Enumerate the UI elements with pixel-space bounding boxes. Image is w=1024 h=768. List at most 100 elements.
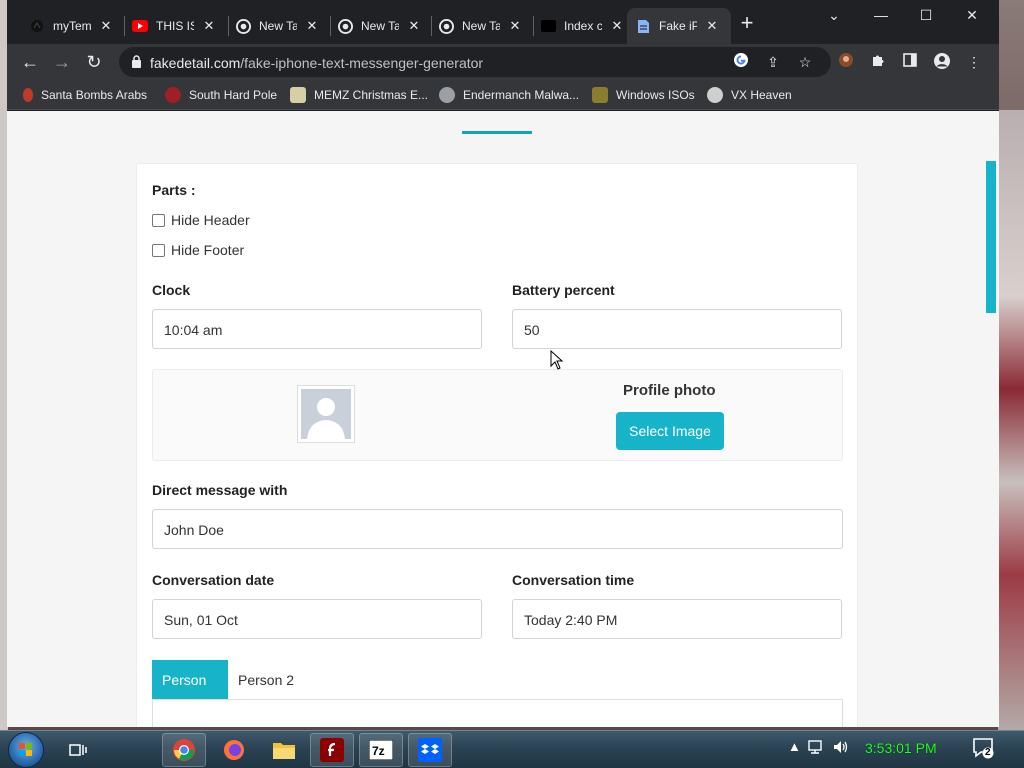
bookmark-label: Endermanch Malwa...: [463, 88, 580, 102]
taskbar-file-explorer-icon[interactable]: [262, 733, 306, 767]
close-window-icon[interactable]: ✕: [949, 4, 995, 28]
conversation-date-label: Conversation date: [152, 572, 275, 588]
tab-label: Fake iP: [659, 19, 697, 33]
close-icon[interactable]: ✕: [705, 19, 719, 33]
taskbar-clock[interactable]: 3:53:01 PM: [865, 740, 937, 756]
hide-header-label: Hide Header: [171, 212, 250, 228]
tray-expand-chevron-icon[interactable]: ▲: [788, 739, 801, 754]
tab-6[interactable]: Index c ✕: [532, 8, 634, 44]
bookmark-label: MEMZ Christmas E...: [314, 88, 429, 102]
bookmark-favicon-icon: [707, 87, 723, 103]
reload-icon[interactable]: ↻: [82, 50, 106, 74]
tab-search-chevron-icon[interactable]: ⌄: [811, 4, 857, 28]
direct-message-input[interactable]: John Doe: [152, 509, 843, 549]
bookmark-item[interactable]: Endermanch Malwa...: [439, 84, 579, 106]
tab-7-active[interactable]: Fake iP ✕: [627, 8, 731, 44]
tray-network-icon[interactable]: [808, 739, 826, 758]
taskbar-7zip-icon[interactable]: 7z: [359, 733, 403, 767]
tab-3[interactable]: New Ta ✕: [227, 8, 329, 44]
close-icon[interactable]: ✕: [305, 19, 319, 33]
conversation-time-input[interactable]: Today 2:40 PM: [512, 599, 842, 639]
tab-person-1[interactable]: Person 1: [152, 660, 228, 727]
bookmark-item[interactable]: Windows ISOs: [592, 84, 695, 106]
bookmark-favicon-icon: [23, 88, 33, 102]
taskbar-dropbox-icon[interactable]: [408, 733, 452, 767]
back-arrow-icon[interactable]: ←: [18, 50, 42, 74]
tray-volume-icon[interactable]: [832, 739, 850, 758]
svg-text:7z: 7z: [372, 744, 385, 758]
kebab-menu-icon[interactable]: ⋮: [964, 52, 984, 72]
bookmark-label: Santa Bombs Arabs: [41, 88, 148, 102]
google-icon[interactable]: [731, 52, 751, 72]
tab-label: New Ta: [361, 19, 399, 33]
tab-label: THIS IS: [156, 19, 194, 33]
direct-message-label: Direct message with: [152, 482, 288, 498]
tab-strip: myTem ✕ THIS IS ✕ New Ta ✕ New Ta ✕ New …: [7, 0, 999, 44]
profile-avatar-icon[interactable]: [932, 52, 952, 72]
bookmark-favicon-icon: [290, 87, 306, 103]
bookmark-item[interactable]: MEMZ Christmas E...: [290, 84, 428, 106]
bookmark-favicon-icon: [165, 87, 181, 103]
task-view-icon[interactable]: [56, 733, 100, 767]
close-icon[interactable]: ✕: [508, 19, 522, 33]
address-bar[interactable]: fakedetail.com/fake-iphone-text-messenge…: [119, 47, 831, 77]
close-icon[interactable]: ✕: [407, 19, 421, 33]
page-scrollbar[interactable]: [986, 161, 996, 313]
url-host: fakedetail.com: [150, 55, 241, 71]
default-avatar-icon: [301, 389, 351, 439]
profile-extension-icon[interactable]: [836, 52, 856, 72]
parts-label: Parts :: [152, 182, 196, 198]
tab-4[interactable]: New Ta ✕: [329, 8, 431, 44]
maximize-icon[interactable]: ☐: [903, 4, 949, 28]
mouse-cursor-icon: [550, 350, 564, 370]
browser-window: myTem ✕ THIS IS ✕ New Ta ✕ New Ta ✕ New …: [7, 0, 999, 727]
hide-footer-label: Hide Footer: [171, 242, 245, 258]
lock-icon: [132, 55, 141, 68]
clock-label: Clock: [152, 282, 191, 298]
share-icon[interactable]: ⇪: [763, 52, 783, 72]
conversation-date-input[interactable]: Sun, 01 Oct: [152, 599, 482, 639]
tab-5[interactable]: New Ta ✕: [430, 8, 532, 44]
bookmark-label: VX Heaven: [731, 88, 792, 102]
bookmarks-bar: Santa Bombs Arabs South Hard Pole MEMZ C…: [7, 80, 999, 110]
battery-percent-input[interactable]: 50: [512, 309, 842, 349]
tab-2[interactable]: THIS IS ✕: [124, 8, 226, 44]
page-content: Parts : Hide Header Hide Footer Clock 10…: [7, 111, 999, 727]
checkbox-box[interactable]: [152, 243, 165, 257]
url-text: fakedetail.com/fake-iphone-text-messenge…: [150, 55, 483, 71]
close-icon[interactable]: ✕: [202, 19, 216, 33]
tab-label: myTem: [53, 19, 91, 33]
side-panel-icon[interactable]: [900, 52, 920, 72]
bookmark-star-icon[interactable]: ☆: [795, 52, 815, 72]
youtube-icon: [132, 18, 148, 34]
close-icon[interactable]: ✕: [99, 19, 113, 33]
minimize-icon[interactable]: —: [858, 4, 904, 28]
tab-label: New Ta: [259, 19, 297, 33]
action-center-icon[interactable]: 2: [972, 737, 996, 761]
taskbar-chrome-icon[interactable]: [162, 733, 206, 767]
new-tab-plus-icon[interactable]: +: [737, 12, 757, 34]
start-orb-windows-icon[interactable]: [8, 732, 44, 768]
dark-icon: [29, 18, 45, 34]
close-icon[interactable]: ✕: [610, 19, 624, 33]
forward-arrow-icon[interactable]: →: [50, 50, 74, 74]
extensions-puzzle-icon[interactable]: [868, 52, 888, 72]
clock-input[interactable]: 10:04 am: [152, 309, 482, 349]
hide-header-checkbox[interactable]: Hide Header: [152, 212, 250, 228]
checkbox-box[interactable]: [152, 213, 165, 227]
select-image-button[interactable]: Select Image: [616, 412, 724, 450]
hide-footer-checkbox[interactable]: Hide Footer: [152, 242, 244, 258]
taskbar-flash-icon[interactable]: [310, 733, 354, 767]
tab-person-2[interactable]: Person 2: [228, 660, 308, 700]
profile-photo-label: Profile photo: [623, 382, 716, 399]
battery-percent-label: Battery percent: [512, 282, 615, 298]
person-tab-panel: [152, 699, 843, 727]
taskbar-firefox-icon[interactable]: [212, 733, 256, 767]
bookmark-item[interactable]: Santa Bombs Arabs: [23, 84, 147, 106]
bookmark-item[interactable]: South Hard Pole: [165, 84, 277, 106]
folder-icon: [540, 18, 556, 34]
chrome-icon: [337, 18, 353, 34]
bookmark-item[interactable]: VX Heaven: [707, 84, 792, 106]
desktop-edge-right: [998, 110, 1024, 730]
tab-1[interactable]: myTem ✕: [21, 8, 121, 44]
